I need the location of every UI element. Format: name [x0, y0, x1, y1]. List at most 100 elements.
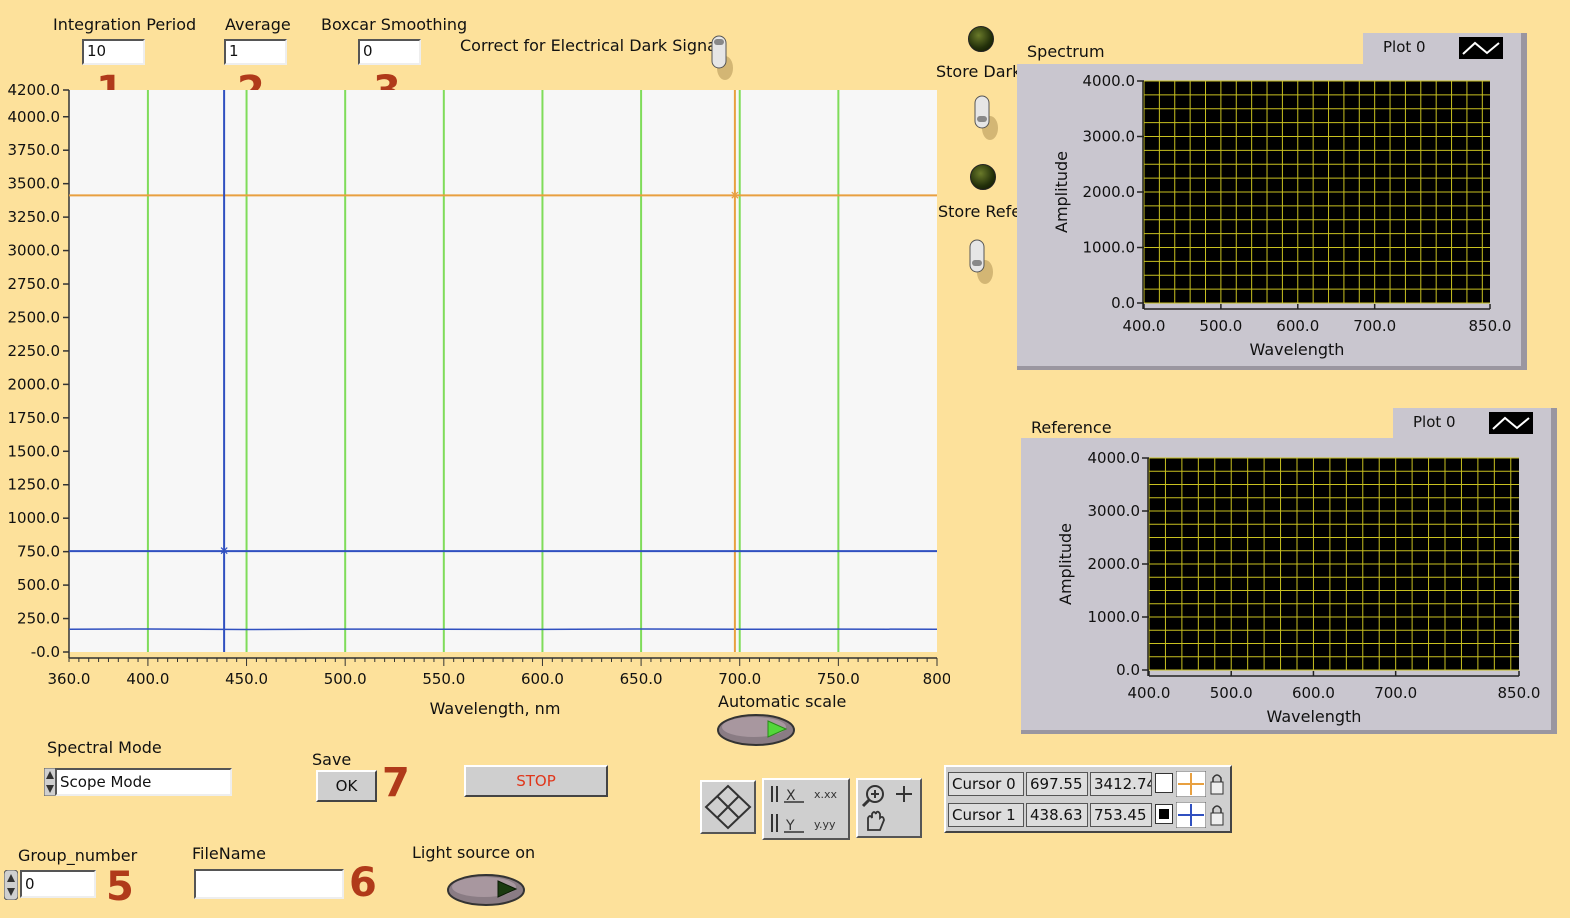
- plot-line-icon: [1489, 412, 1533, 434]
- group-number-input[interactable]: 0: [20, 870, 96, 898]
- cursor-1-lock-icon[interactable]: [1208, 802, 1226, 828]
- boxcar-smoothing-label: Boxcar Smoothing: [321, 15, 468, 34]
- cursor-1-x: 438.63: [1026, 803, 1088, 827]
- y-tick-label: 3000.0: [8, 242, 61, 260]
- cursor-0-crosshair-icon[interactable]: [1176, 771, 1206, 797]
- x-tick-label: 550.0: [422, 670, 465, 688]
- y-tick-label: 2750.0: [8, 275, 61, 293]
- y-tick-label: 4000.0: [1088, 449, 1141, 467]
- marker-5: 5: [106, 864, 134, 910]
- cursor-0-y: 3412.74: [1090, 772, 1152, 796]
- marker-6: 6: [349, 860, 377, 906]
- average-input[interactable]: 1: [224, 39, 287, 65]
- diamond-arrows-icon: [704, 784, 752, 830]
- store-reference-toggle[interactable]: [965, 236, 995, 284]
- ok-button[interactable]: OK: [316, 770, 377, 802]
- x-tick-label: 500.0: [1210, 684, 1253, 702]
- spectral-mode-select[interactable]: Scope Mode: [55, 768, 232, 796]
- filename-label: FileName: [192, 844, 266, 863]
- x-tick-label: 500.0: [1199, 317, 1242, 335]
- cursor-1-point-icon: ✕: [219, 544, 229, 558]
- plot-line-icon: [1459, 37, 1503, 59]
- average-label: Average: [225, 15, 291, 34]
- store-reference-led: [970, 164, 996, 190]
- x-axis-title: Wavelength: [1250, 340, 1345, 359]
- x-tick-label: 600.0: [521, 670, 564, 688]
- y-tick-label: 500.0: [17, 576, 60, 594]
- x-tick-label: 400.0: [1128, 684, 1171, 702]
- spectrum-series-line: [68, 628, 938, 631]
- y-tick-label: 2250.0: [8, 342, 61, 360]
- y-tick-label: 1000.0: [1083, 239, 1136, 257]
- reference-legend-label: Plot 0: [1413, 413, 1456, 431]
- x-tick-label: 700.0: [718, 670, 761, 688]
- y-tick-label: 4000.0: [1083, 72, 1136, 90]
- dark-signal-toggle[interactable]: [705, 32, 735, 80]
- x-tick-label: 450.0: [225, 670, 268, 688]
- automatic-scale-button[interactable]: [716, 712, 798, 748]
- automatic-scale-label: Automatic scale: [718, 692, 847, 711]
- y-tick-label: 3000.0: [1083, 128, 1136, 146]
- axis-scale-icon: X x.xx Y y.yy: [771, 786, 838, 834]
- y-tick-label: 2000.0: [1083, 183, 1136, 201]
- cursor-1-y: 753.45: [1090, 803, 1152, 827]
- cursor-0-color[interactable]: [1155, 773, 1173, 793]
- cursor-0-point-icon: ✕: [730, 188, 740, 202]
- x-axis-title: Wavelength: [1267, 707, 1362, 726]
- store-reference-label: Store Refe: [938, 202, 1018, 221]
- reference-legend[interactable]: Plot 0: [1393, 408, 1557, 439]
- store-dark-label: Store Dark: [936, 62, 1018, 81]
- stop-button[interactable]: STOP: [464, 765, 608, 797]
- y-tick-label: 2000.0: [8, 375, 61, 393]
- main-spectrum-chart[interactable]: 4200.0 4000.0 3750.0 3500.0 3250.0 3000.0 2750…: [0, 80, 951, 720]
- integration-period-label: Integration Period: [53, 15, 197, 34]
- reference-chart[interactable]: 4000.0 3000.0 2000.0 1000.0 0.0 400.0 500.0 600…: [1021, 438, 1557, 734]
- spectrum-chart[interactable]: 4000.0 3000.0 2000.0 1000.0 0.0 400.0 500.0 600…: [1017, 64, 1527, 370]
- zoom-icon: [861, 785, 912, 831]
- y-tick-label: 2500.0: [8, 308, 61, 326]
- y-axis-title: Amplitude: [1056, 523, 1075, 605]
- cursor-0-x: 697.55: [1026, 772, 1088, 796]
- group-number-stepper[interactable]: [4, 870, 18, 900]
- cursor-0-name[interactable]: Cursor 0: [948, 772, 1024, 796]
- svg-text:x.xx: x.xx: [814, 788, 838, 801]
- y-tick-label: 3500.0: [8, 175, 61, 193]
- x-tick-label: 750.0: [817, 670, 860, 688]
- zoom-pan-tools[interactable]: [856, 778, 922, 838]
- x-tick-label: 600.0: [1276, 317, 1319, 335]
- light-source-label: Light source on: [412, 843, 536, 862]
- y-tick-label: 750.0: [17, 543, 60, 561]
- cursor-1-name[interactable]: Cursor 1: [948, 803, 1024, 827]
- cursor-0-lock-icon[interactable]: [1208, 771, 1226, 797]
- y-tick-label: 4200.0: [8, 81, 61, 99]
- x-tick-label: 800: [923, 670, 950, 688]
- spectrum-legend[interactable]: Plot 0: [1363, 33, 1527, 64]
- x-tick-label: 600.0: [1292, 684, 1335, 702]
- x-tick-label: 360.0: [48, 670, 91, 688]
- filename-input[interactable]: [194, 869, 344, 899]
- cursor-move-tool[interactable]: [700, 780, 756, 834]
- y-tick-label: 3750.0: [8, 141, 61, 159]
- x-tick-label: 400.0: [1123, 317, 1166, 335]
- integration-period-input[interactable]: 10: [82, 39, 145, 65]
- y-tick-label: 3250.0: [8, 208, 61, 226]
- light-source-button[interactable]: [446, 872, 528, 908]
- spectral-mode-label: Spectral Mode: [47, 738, 162, 757]
- y-tick-label: 2000.0: [1088, 555, 1141, 573]
- reference-title: Reference: [1031, 418, 1112, 437]
- x-tick-label: 650.0: [620, 670, 663, 688]
- y-tick-label: 250.0: [17, 610, 60, 628]
- group-number-label: Group_number: [18, 846, 138, 865]
- boxcar-smoothing-input[interactable]: 0: [358, 39, 421, 65]
- store-dark-led: [968, 26, 994, 52]
- axis-format-tools[interactable]: X x.xx Y y.yy: [762, 778, 850, 840]
- x-tick-label: 500.0: [324, 670, 367, 688]
- dark-signal-label: Correct for Electrical Dark Signal: [460, 36, 722, 55]
- y-tick-label: -0.0: [31, 643, 60, 661]
- store-dark-toggle[interactable]: [970, 92, 1000, 140]
- x-tick-label: 400.0: [126, 670, 169, 688]
- y-tick-label: 4000.0: [8, 108, 61, 126]
- cursor-1-color[interactable]: [1155, 804, 1173, 824]
- y-tick-label: 0.0: [1111, 294, 1135, 312]
- cursor-1-crosshair-icon[interactable]: [1176, 802, 1206, 828]
